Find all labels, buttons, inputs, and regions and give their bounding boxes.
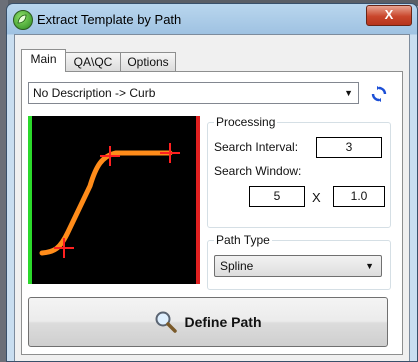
title-bar[interactable]: Extract Template by Path X	[7, 4, 417, 34]
tab-qaqc[interactable]: QA\QC	[65, 52, 121, 71]
close-button[interactable]: X	[366, 5, 412, 26]
times-label: X	[312, 190, 321, 205]
dropdown-arrow-icon: ▼	[344, 88, 353, 98]
path-type-select[interactable]: Spline ▼	[214, 255, 382, 277]
template-select-value: No Description -> Curb	[33, 86, 156, 100]
refresh-icon[interactable]	[370, 85, 388, 103]
search-window-y-input[interactable]: 1.0	[333, 186, 385, 207]
search-window-label: Search Window:	[214, 164, 302, 178]
path-type-group: Path Type Spline ▼	[207, 233, 391, 290]
client-area: Main QA\QC Options No Description -> Cur…	[14, 34, 410, 361]
path-preview-graphic	[39, 143, 180, 258]
window-title: Extract Template by Path	[37, 12, 182, 27]
search-interval-input[interactable]: 3	[316, 137, 382, 158]
path-preview-canvas[interactable]	[28, 116, 200, 284]
marker-end	[160, 143, 180, 163]
processing-group: Processing Search Interval: 3 Search Win…	[207, 115, 391, 228]
path-type-value: Spline	[220, 259, 254, 273]
template-curve	[39, 150, 173, 256]
define-path-button[interactable]: Define Path	[28, 297, 388, 347]
magnifier-icon	[155, 311, 178, 333]
processing-title: Processing	[214, 115, 278, 129]
search-interval-label: Search Interval:	[214, 140, 299, 154]
tab-panel-main: No Description -> Curb ▼ Processing Sear…	[21, 71, 403, 355]
app-leaf-icon	[13, 10, 33, 30]
template-select[interactable]: No Description -> Curb ▼	[28, 82, 359, 104]
tab-main[interactable]: Main	[21, 49, 66, 72]
define-path-label: Define Path	[184, 314, 262, 330]
path-type-title: Path Type	[214, 233, 272, 247]
marker-start	[54, 238, 74, 258]
dialog-window: Extract Template by Path X Main QA\QC Op…	[6, 3, 418, 362]
search-window-x-input[interactable]: 5	[249, 186, 305, 207]
dropdown-arrow-icon: ▼	[365, 261, 374, 271]
tab-options[interactable]: Options	[120, 52, 176, 71]
